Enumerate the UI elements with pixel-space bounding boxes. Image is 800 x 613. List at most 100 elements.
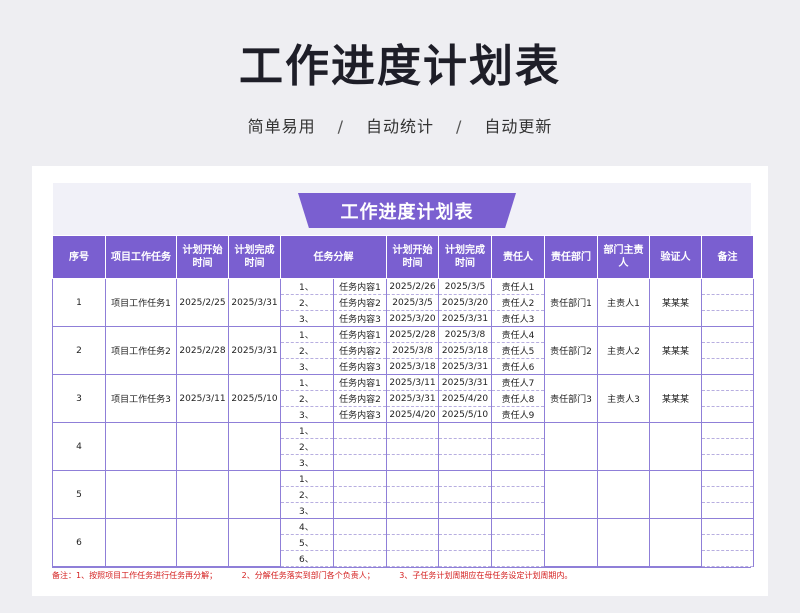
- subtask-end-cell[interactable]: [438, 438, 492, 455]
- subtask-index-cell[interactable]: 5、: [280, 534, 334, 551]
- subtask-end-cell[interactable]: 2025/3/5: [438, 278, 492, 295]
- subtask-start-cell[interactable]: 2025/3/8: [386, 342, 439, 359]
- subtask-index-cell[interactable]: 2、: [280, 342, 334, 359]
- seq-no-cell[interactable]: 2: [52, 326, 106, 375]
- remark-cell[interactable]: [701, 342, 754, 359]
- seq-no-cell[interactable]: 3: [52, 374, 106, 423]
- subtask-content-cell[interactable]: [333, 422, 387, 439]
- subtask-start-cell[interactable]: [386, 454, 439, 471]
- owner-cell[interactable]: [491, 502, 545, 519]
- remark-cell[interactable]: [701, 326, 754, 343]
- subtask-index-cell[interactable]: 3、: [280, 502, 334, 519]
- subtask-start-cell[interactable]: [386, 438, 439, 455]
- remark-cell[interactable]: [701, 390, 754, 407]
- owner-cell[interactable]: 责任人8: [491, 390, 545, 407]
- remark-cell[interactable]: [701, 534, 754, 551]
- owner-cell[interactable]: [491, 550, 545, 567]
- subtask-index-cell[interactable]: 2、: [280, 294, 334, 311]
- subtask-content-cell[interactable]: 任务内容1: [333, 374, 387, 391]
- department-cell[interactable]: [544, 422, 598, 471]
- subtask-content-cell[interactable]: 任务内容2: [333, 294, 387, 311]
- remark-cell[interactable]: [701, 278, 754, 295]
- department-cell[interactable]: [544, 518, 598, 567]
- owner-cell[interactable]: [491, 534, 545, 551]
- remark-cell[interactable]: [701, 518, 754, 535]
- subtask-content-cell[interactable]: [333, 550, 387, 567]
- verifier-cell[interactable]: 某某某: [649, 374, 702, 423]
- subtask-end-cell[interactable]: 2025/4/20: [438, 390, 492, 407]
- owner-cell[interactable]: [491, 470, 545, 487]
- seq-no-cell[interactable]: 1: [52, 278, 106, 327]
- subtask-start-cell[interactable]: 2025/2/26: [386, 278, 439, 295]
- remark-cell[interactable]: [701, 358, 754, 375]
- plan-start-cell[interactable]: [176, 518, 229, 567]
- owner-cell[interactable]: [491, 454, 545, 471]
- subtask-content-cell[interactable]: 任务内容1: [333, 278, 387, 295]
- subtask-content-cell[interactable]: [333, 454, 387, 471]
- subtask-content-cell[interactable]: 任务内容1: [333, 326, 387, 343]
- subtask-start-cell[interactable]: [386, 470, 439, 487]
- subtask-end-cell[interactable]: [438, 518, 492, 535]
- verifier-cell[interactable]: [649, 470, 702, 519]
- subtask-end-cell[interactable]: 2025/3/8: [438, 326, 492, 343]
- subtask-end-cell[interactable]: [438, 534, 492, 551]
- seq-no-cell[interactable]: 6: [52, 518, 106, 567]
- remark-cell[interactable]: [701, 422, 754, 439]
- subtask-start-cell[interactable]: 2025/3/20: [386, 310, 439, 327]
- subtask-end-cell[interactable]: [438, 550, 492, 567]
- remark-cell[interactable]: [701, 310, 754, 327]
- verifier-cell[interactable]: 某某某: [649, 278, 702, 327]
- subtask-start-cell[interactable]: 2025/3/5: [386, 294, 439, 311]
- subtask-content-cell[interactable]: 任务内容3: [333, 406, 387, 423]
- plan-start-cell[interactable]: [176, 422, 229, 471]
- subtask-end-cell[interactable]: 2025/3/18: [438, 342, 492, 359]
- owner-cell[interactable]: 责任人3: [491, 310, 545, 327]
- owner-cell[interactable]: 责任人9: [491, 406, 545, 423]
- owner-cell[interactable]: 责任人7: [491, 374, 545, 391]
- owner-cell[interactable]: 责任人5: [491, 342, 545, 359]
- subtask-end-cell[interactable]: [438, 422, 492, 439]
- remark-cell[interactable]: [701, 502, 754, 519]
- plan-end-cell[interactable]: 2025/5/10: [228, 374, 281, 423]
- owner-cell[interactable]: [491, 486, 545, 503]
- subtask-start-cell[interactable]: 2025/3/18: [386, 358, 439, 375]
- remark-cell[interactable]: [701, 454, 754, 471]
- seq-no-cell[interactable]: 4: [52, 422, 106, 471]
- project-task-cell[interactable]: 项目工作任务1: [105, 278, 177, 327]
- department-cell[interactable]: 责任部门1: [544, 278, 598, 327]
- subtask-end-cell[interactable]: 2025/5/10: [438, 406, 492, 423]
- plan-end-cell[interactable]: [228, 470, 281, 519]
- remark-cell[interactable]: [701, 406, 754, 423]
- plan-start-cell[interactable]: [176, 470, 229, 519]
- subtask-index-cell[interactable]: 1、: [280, 374, 334, 391]
- subtask-content-cell[interactable]: [333, 486, 387, 503]
- verifier-cell[interactable]: 某某某: [649, 326, 702, 375]
- department-cell[interactable]: 责任部门3: [544, 374, 598, 423]
- subtask-content-cell[interactable]: 任务内容3: [333, 358, 387, 375]
- owner-cell[interactable]: 责任人4: [491, 326, 545, 343]
- owner-cell[interactable]: [491, 518, 545, 535]
- department-cell[interactable]: 责任部门2: [544, 326, 598, 375]
- subtask-start-cell[interactable]: [386, 550, 439, 567]
- subtask-end-cell[interactable]: [438, 454, 492, 471]
- subtask-start-cell[interactable]: [386, 486, 439, 503]
- department-lead-cell[interactable]: [597, 422, 650, 471]
- subtask-start-cell[interactable]: [386, 534, 439, 551]
- subtask-start-cell[interactable]: 2025/4/20: [386, 406, 439, 423]
- seq-no-cell[interactable]: 5: [52, 470, 106, 519]
- subtask-content-cell[interactable]: [333, 534, 387, 551]
- subtask-content-cell[interactable]: [333, 470, 387, 487]
- subtask-index-cell[interactable]: 2、: [280, 486, 334, 503]
- remark-cell[interactable]: [701, 486, 754, 503]
- project-task-cell[interactable]: [105, 470, 177, 519]
- subtask-end-cell[interactable]: 2025/3/31: [438, 310, 492, 327]
- department-lead-cell[interactable]: [597, 470, 650, 519]
- plan-end-cell[interactable]: 2025/3/31: [228, 278, 281, 327]
- subtask-end-cell[interactable]: [438, 502, 492, 519]
- subtask-end-cell[interactable]: 2025/3/31: [438, 374, 492, 391]
- owner-cell[interactable]: [491, 438, 545, 455]
- subtask-end-cell[interactable]: [438, 470, 492, 487]
- owner-cell[interactable]: 责任人6: [491, 358, 545, 375]
- remark-cell[interactable]: [701, 470, 754, 487]
- subtask-start-cell[interactable]: 2025/3/31: [386, 390, 439, 407]
